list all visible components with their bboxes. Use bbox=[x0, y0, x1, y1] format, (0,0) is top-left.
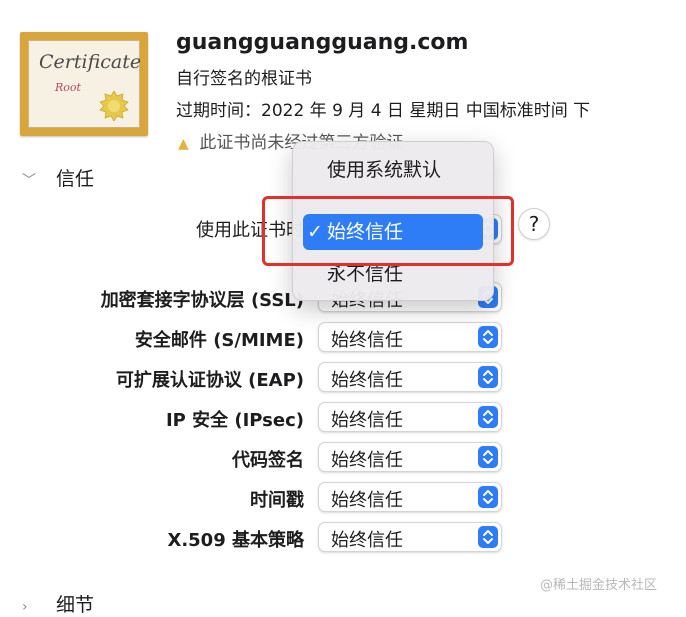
policy-popup-eap[interactable]: 始终信任 bbox=[318, 362, 502, 392]
policy-label-ipsec: IP 安全 (IPsec) bbox=[165, 410, 304, 431]
watermark: @稀土掘金技术社区 bbox=[540, 578, 658, 593]
certificate-thumbnail: Certificate Root bbox=[20, 32, 148, 136]
policy-label-code-signing: 代码签名 bbox=[232, 450, 304, 471]
policy-popup-code-signing[interactable]: 始终信任 bbox=[318, 442, 502, 472]
certificate-thumbnail-root: Root bbox=[55, 81, 81, 94]
menu-item-label: 使用系统默认 bbox=[327, 159, 442, 181]
policy-popup-timestamp[interactable]: 始终信任 bbox=[318, 482, 502, 512]
policy-value: 始终信任 bbox=[331, 330, 403, 351]
policy-value: 始终信任 bbox=[331, 410, 403, 431]
policy-popup-smime[interactable]: 始终信任 bbox=[318, 322, 502, 352]
policy-value: 始终信任 bbox=[331, 530, 403, 551]
menu-item-label: 永不信任 bbox=[327, 263, 404, 285]
details-section-toggle[interactable]: › 细节 bbox=[22, 590, 94, 617]
stepper-icon bbox=[478, 406, 498, 428]
highlight-annotation bbox=[262, 196, 514, 266]
certificate-expiry: 过期时间：2022 年 9 月 4 日 星期日 中国标准时间 下 bbox=[176, 101, 591, 121]
certificate-domain: guangguangguang.com bbox=[176, 30, 469, 55]
policy-popup-x509[interactable]: 始终信任 bbox=[318, 522, 502, 552]
trust-section-toggle[interactable]: ﹀ 信任 bbox=[22, 164, 94, 191]
policy-value: 始终信任 bbox=[331, 370, 403, 391]
certificate-thumbnail-title: Certificate bbox=[39, 51, 142, 73]
policy-label-ssl: 加密套接字协议层 (SSL) bbox=[100, 290, 304, 311]
warning-triangle-icon: ▲ bbox=[178, 136, 189, 152]
details-section-label: 细节 bbox=[56, 594, 95, 616]
policy-popup-ipsec[interactable]: 始终信任 bbox=[318, 402, 502, 432]
policy-value: 始终信任 bbox=[331, 450, 403, 471]
menu-item-system-default[interactable]: 使用系统默认 bbox=[303, 152, 483, 188]
certificate-seal-icon bbox=[99, 91, 129, 121]
stepper-icon bbox=[478, 326, 498, 348]
policy-value: 始终信任 bbox=[331, 490, 403, 511]
trust-section-label: 信任 bbox=[56, 168, 95, 190]
certificate-type: 自行签名的根证书 bbox=[176, 69, 312, 89]
stepper-icon bbox=[478, 366, 498, 388]
stepper-icon bbox=[478, 486, 498, 508]
help-button[interactable]: ? bbox=[518, 208, 550, 240]
policy-label-x509: X.509 基本策略 bbox=[167, 530, 304, 551]
policy-label-timestamp: 时间戳 bbox=[250, 490, 304, 511]
chevron-down-icon: ﹀ bbox=[22, 173, 36, 189]
stepper-icon bbox=[478, 526, 498, 548]
stepper-icon bbox=[478, 446, 498, 468]
chevron-right-icon: › bbox=[22, 599, 28, 615]
policy-label-smime: 安全邮件 (S/MIME) bbox=[134, 330, 304, 351]
policy-label-eap: 可扩展认证协议 (EAP) bbox=[115, 370, 304, 391]
